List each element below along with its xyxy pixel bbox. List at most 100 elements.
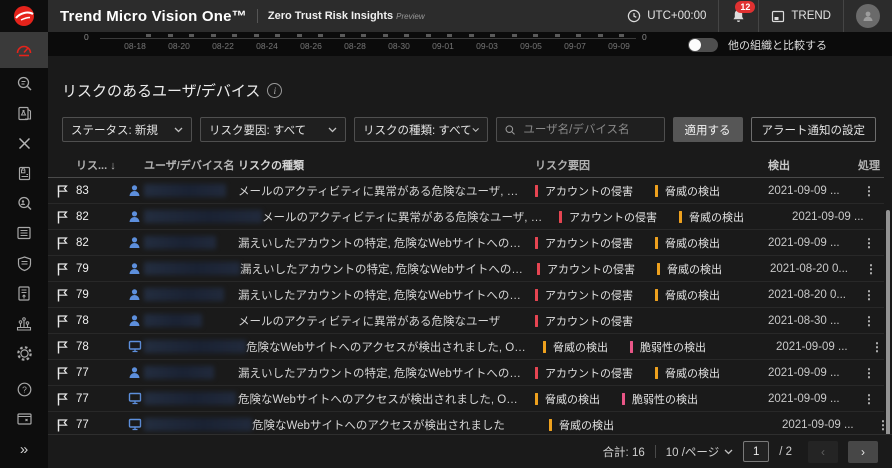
axis-date-label: 08-30 [379, 41, 419, 51]
table-header-row: リス... ↓ ユーザ/デバイス名 リスクの種類 リスク要因 検出 処理 [48, 152, 884, 178]
search-icon [505, 124, 515, 136]
risk-factor-color-bar [535, 393, 538, 405]
detected-column-header[interactable]: 検出 [768, 157, 854, 173]
risk-factor-filter-label: リスク要因: すべて [209, 122, 306, 138]
flag-icon[interactable] [56, 340, 76, 354]
risk-factor-badge: 脅威の検出 [549, 417, 614, 433]
table-row[interactable]: 79 漏えいしたアカウントの特定, 危険なWebサイトへのアクセスが... アカ… [48, 256, 884, 282]
left-sidebar: ? » [0, 32, 48, 468]
toggle-knob [689, 39, 701, 51]
sidebar-item-reports[interactable] [0, 278, 48, 308]
apply-button[interactable]: 適用する [673, 117, 743, 142]
sidebar-item-console-apps[interactable] [0, 404, 48, 434]
console-switcher[interactable]: TREND [759, 0, 843, 32]
flag-icon[interactable] [56, 418, 76, 432]
axis-tick [469, 34, 474, 37]
status-filter-label: ステータス: 新規 [71, 122, 158, 138]
sidebar-item-observed-attack-techniques[interactable] [0, 98, 48, 128]
flag-icon[interactable] [56, 314, 76, 328]
vertical-scrollbar[interactable] [886, 210, 890, 454]
shield-list-icon [16, 255, 33, 272]
search-box[interactable] [496, 117, 665, 142]
row-actions-kebab-icon[interactable]: ⋮ [854, 184, 884, 198]
alert-settings-button[interactable]: アラート通知の設定 [751, 117, 877, 142]
workflow-pins-icon [15, 315, 33, 332]
action-column-header: 処理 [854, 157, 884, 173]
sidebar-item-settings[interactable] [0, 338, 48, 368]
gauge-icon [15, 41, 33, 59]
risk-factor-filter-dropdown[interactable]: リスク要因: すべて [200, 117, 346, 142]
compare-organizations-toggle[interactable]: 他の組織と比較する [688, 37, 827, 53]
toggle-switch-off[interactable] [688, 38, 718, 52]
sidebar-item-help[interactable]: ? [0, 374, 48, 404]
toggle-label: 他の組織と比較する [728, 37, 827, 53]
risk-score: 77 [76, 393, 128, 405]
flag-icon[interactable] [56, 184, 76, 198]
risk-factor-color-bar [657, 263, 660, 275]
type-column-header[interactable]: リスクの種類 [238, 157, 535, 173]
risk-factor-badge: 脅威の検出 [657, 261, 722, 277]
next-page-button[interactable]: › [848, 441, 878, 463]
flag-icon[interactable] [56, 392, 76, 406]
sidebar-item-threat-hunting[interactable] [0, 188, 48, 218]
table-row[interactable]: 79 漏えいしたアカウントの特定, 危険なWebサイトへのアクセスが... アカ… [48, 282, 884, 308]
timezone-selector[interactable]: UTC+00:00 [615, 0, 718, 32]
list-icon [16, 225, 32, 241]
table-row[interactable]: 82 メールのアクティビティに異常がある危険なユーザ, 漏えいした... アカウ… [48, 204, 884, 230]
filter-bar: ステータス: 新規 リスク要因: すべて リスクの種類: すべて 適用する アラ… [62, 117, 876, 142]
sidebar-item-risk-dashboard[interactable] [0, 32, 48, 68]
risk-factor-label: 脅威の検出 [665, 183, 720, 199]
row-actions-kebab-icon[interactable]: ⋮ [856, 262, 886, 276]
status-filter-dropdown[interactable]: ステータス: 新規 [62, 117, 192, 142]
axis-tick [426, 34, 431, 37]
axis-tick [383, 34, 388, 37]
sidebar-expand-button[interactable]: » [0, 434, 48, 464]
risk-factor-badge: 脅威の検出 [543, 339, 608, 355]
prev-page-button[interactable]: ‹ [808, 441, 838, 463]
row-actions-kebab-icon[interactable]: ⋮ [854, 236, 884, 250]
sidebar-item-automation[interactable] [0, 308, 48, 338]
axis-date-label: 08-20 [159, 41, 199, 51]
row-actions-kebab-icon[interactable]: ⋮ [854, 392, 884, 406]
info-icon[interactable]: i [267, 83, 282, 98]
row-actions-kebab-icon[interactable]: ⋮ [854, 314, 884, 328]
row-actions-kebab-icon[interactable]: ⋮ [854, 288, 884, 302]
detected-date: 2021-09-09 ... [776, 341, 862, 353]
sidebar-item-xdr[interactable] [0, 128, 48, 158]
sidebar-item-task-list[interactable] [0, 218, 48, 248]
flag-icon[interactable] [56, 236, 76, 250]
risk-factor-color-bar [549, 419, 552, 431]
flag-icon[interactable] [56, 288, 76, 302]
sidebar-item-data-policy[interactable] [0, 158, 48, 188]
risk-factor-label: アカウントの侵害 [545, 183, 633, 199]
factor-column-header[interactable]: リスク要因 [535, 157, 768, 173]
detected-date: 2021-09-09 ... [768, 393, 854, 405]
current-page-input[interactable]: 1 [743, 441, 769, 462]
table-row[interactable]: 77 漏えいしたアカウントの特定, 危険なWebサイトへのアクセスが... アカ… [48, 360, 884, 386]
axis-tick [297, 34, 302, 37]
name-column-header[interactable]: ユーザ/デバイス名 [144, 157, 238, 173]
notifications-button[interactable]: 12 [719, 0, 758, 32]
table-row[interactable]: 77 危険なWebサイトへのアクセスが検出されました, OSの脆弱性の... 脅… [48, 386, 884, 412]
row-actions-kebab-icon[interactable]: ⋮ [854, 366, 884, 380]
sidebar-item-endpoint-shield[interactable] [0, 248, 48, 278]
header-divider [257, 9, 258, 23]
sidebar-item-search[interactable] [0, 68, 48, 98]
table-row[interactable]: 78 危険なWebサイトへのアクセスが検出されました, OSの脆弱性の... 脅… [48, 334, 884, 360]
page-size-selector[interactable]: 10 /ページ [666, 444, 733, 460]
flag-icon[interactable] [56, 210, 76, 224]
table-row[interactable]: 78 メールのアクティビティに異常がある危険なユーザ アカウントの侵害 2021… [48, 308, 884, 334]
user-avatar[interactable] [856, 4, 880, 28]
flag-icon[interactable] [56, 262, 76, 276]
gear-icon [16, 345, 33, 362]
score-column-header[interactable]: リス... ↓ [76, 157, 128, 173]
table-row[interactable]: 82 漏えいしたアカウントの特定, 危険なWebサイトへのアクセスが... アカ… [48, 230, 884, 256]
risk-factor-badge: アカウントの侵害 [535, 365, 633, 381]
axis-date-label: 09-01 [423, 41, 463, 51]
risk-factor-cell: アカウントの侵害脅威の検出 [559, 209, 792, 225]
table-row[interactable]: 83 メールのアクティビティに異常がある危険なユーザ, 漏えいした... アカウ… [48, 178, 884, 204]
trend-micro-logo[interactable] [0, 0, 48, 32]
search-input[interactable] [521, 123, 655, 137]
flag-icon[interactable] [56, 366, 76, 380]
risk-type-filter-dropdown[interactable]: リスクの種類: すべて [354, 117, 488, 142]
